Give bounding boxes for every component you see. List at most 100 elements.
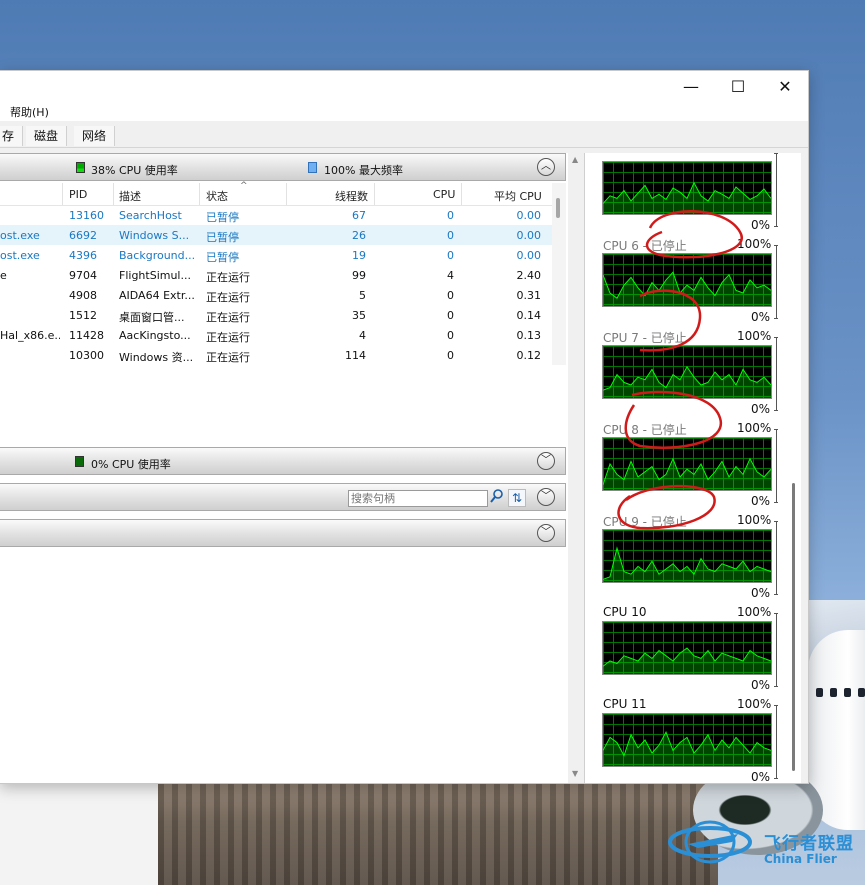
table-row[interactable]: Hal_x86.e... 11428 AacKingsto... 正在运行 4 0 0.13	[0, 325, 552, 345]
cell-pid: 1512	[69, 309, 97, 322]
column-header-description[interactable]: 描述	[119, 188, 141, 204]
modules-section-header[interactable]: ﹀	[0, 519, 566, 547]
main-scrollbar[interactable]: ▲ ▼	[568, 153, 584, 783]
cell-status: 已暂停	[206, 251, 239, 264]
section-usage-label: 0% CPU 使用率	[91, 458, 171, 471]
cell-cpu: 0	[447, 329, 454, 342]
cell-pid: 13160	[69, 209, 104, 222]
cpu-core-graph-block: CPU 7 - 已停止 100% 0%	[585, 329, 783, 421]
search-icon[interactable]	[490, 489, 506, 507]
desktop-background-white	[0, 780, 158, 885]
title-bar: — ☐ ✕	[0, 71, 808, 101]
table-row[interactable]: e 9704 FlightSimul... 正在运行 99 4 2.40	[0, 265, 552, 285]
cpu-core-max-label: 100%	[737, 329, 772, 343]
cell-cpu: 0	[447, 229, 454, 242]
cell-pid: 4908	[69, 289, 97, 302]
table-row[interactable]: 13160 SearchHost 已暂停 67 0 0.00	[0, 205, 552, 225]
maximize-icon: ☐	[730, 76, 746, 96]
cpu-graphs-scrollbar[interactable]	[789, 153, 801, 783]
table-row[interactable]: ost.exe 4396 Background... 已暂停 19 0 0.00	[0, 245, 552, 265]
cpu-usage-label: 38% CPU 使用率	[91, 164, 178, 177]
cell-pid: 10300	[69, 349, 104, 362]
cell-desc: Windows 资...	[119, 351, 194, 364]
cell-threads: 99	[352, 269, 366, 282]
column-header-status[interactable]: 状态	[206, 188, 228, 204]
cpu-section-header[interactable]: 38% CPU 使用率 100% 最大频率 ︿	[0, 153, 566, 181]
menu-help[interactable]: 帮助(H)	[10, 104, 49, 120]
maximize-button[interactable]: ☐	[715, 71, 761, 101]
search-field[interactable]	[348, 490, 488, 507]
tab-memory[interactable]: 存	[0, 126, 24, 146]
cell-pid: 11428	[69, 329, 104, 342]
cell-desc: FlightSimul...	[119, 269, 191, 282]
scroll-down-icon[interactable]: ▼	[572, 769, 578, 778]
cell-cpu: 4	[447, 269, 454, 282]
cpu-core-usage-graph	[602, 345, 772, 399]
cpu-core-max-label: 100%	[737, 237, 772, 251]
cpu-core-max-label: 100%	[737, 421, 772, 435]
cell-desc: SearchHost	[119, 209, 182, 222]
cpu-core-min-label: 0%	[751, 678, 771, 692]
cpu-core-graph-block: CPU 9 - 已停止 100% 0%	[585, 513, 783, 605]
column-header-pid[interactable]: PID	[69, 188, 87, 201]
scroll-up-icon[interactable]: ▲	[572, 155, 578, 164]
table-row[interactable]: 10300 Windows 资... 正在运行 114 0 0.12	[0, 345, 552, 365]
cell-desc: AIDA64 Extr...	[119, 289, 195, 302]
column-header-threads[interactable]: 线程数	[335, 188, 368, 204]
cpu-core-graph-block: CPU 11 100% 0%	[585, 697, 783, 789]
table-row[interactable]: 4908 AIDA64 Extr... 正在运行 5 0 0.31	[0, 285, 552, 305]
max-frequency-label: 100% 最大频率	[324, 164, 403, 177]
expand-chevron-down-icon[interactable]: ﹀	[537, 452, 555, 470]
cell-image: ost.exe	[0, 229, 40, 242]
cell-avg-cpu: 0.00	[516, 229, 542, 242]
collapse-chevron-up-icon[interactable]: ︿	[537, 158, 555, 176]
cpu-core-name: CPU 6 - 已停止	[603, 239, 687, 253]
gpu-section-header[interactable]: 0% CPU 使用率 ﹀	[0, 447, 566, 475]
cell-cpu: 0	[447, 349, 454, 362]
cpu-core-name: CPU 7 - 已停止	[603, 331, 687, 345]
tab-network[interactable]: 网络	[74, 126, 116, 146]
cpu-usage-area	[603, 366, 771, 398]
cpu-core-min-label: 0%	[751, 494, 771, 508]
cpu-core-name: CPU 11	[603, 697, 647, 711]
minimize-button[interactable]: —	[668, 71, 714, 101]
cell-avg-cpu: 0.12	[516, 349, 542, 362]
cell-image: ost.exe	[0, 249, 40, 262]
cell-avg-cpu: 0.00	[516, 209, 542, 222]
cell-status: 已暂停	[206, 211, 239, 224]
process-table-scrollbar[interactable]	[552, 183, 566, 365]
cell-threads: 19	[352, 249, 366, 262]
cell-desc: 桌面窗口管...	[119, 311, 185, 324]
minimize-icon: —	[683, 76, 699, 96]
cpu-usage-area	[603, 458, 771, 490]
table-row[interactable]: 1512 桌面窗口管... 正在运行 35 0 0.14	[0, 305, 552, 325]
handles-section-header[interactable]: ⇅ ﹀	[0, 483, 566, 511]
cell-status: 正在运行	[206, 351, 250, 364]
cpu-core-graph-block: CPU 10 100% 0%	[585, 605, 783, 697]
tab-disk[interactable]: 磁盘	[26, 126, 68, 146]
cpu-core-min-label: 0%	[751, 218, 771, 232]
cpu-core-max-label: 100%	[737, 513, 772, 527]
cpu-core-graph-block: 0%	[585, 145, 783, 237]
cell-status: 正在运行	[206, 291, 250, 304]
cell-threads: 26	[352, 229, 366, 242]
refresh-icon[interactable]: ⇅	[508, 489, 526, 507]
table-row[interactable]: ost.exe 6692 Windows S... 已暂停 26 0 0.00	[0, 225, 552, 245]
search-handles-input[interactable]	[349, 491, 473, 506]
cell-status: 正在运行	[206, 331, 250, 344]
column-header-cpu[interactable]: CPU	[433, 188, 455, 201]
cell-cpu: 0	[447, 249, 454, 262]
cell-pid: 9704	[69, 269, 97, 282]
cell-threads: 114	[345, 349, 366, 362]
close-button[interactable]: ✕	[762, 71, 808, 101]
expand-chevron-down-icon[interactable]: ﹀	[537, 524, 555, 542]
cell-desc: Background...	[119, 249, 195, 262]
cpu-core-graph-block: CPU 8 - 已停止 100% 0%	[585, 421, 783, 513]
watermark-text-en: China Flier	[764, 852, 837, 866]
usage-meter-icon	[75, 456, 84, 467]
expand-chevron-down-icon[interactable]: ﹀	[537, 488, 555, 506]
cell-pid: 4396	[69, 249, 97, 262]
column-header-avg-cpu[interactable]: 平均 CPU	[494, 188, 542, 204]
process-table-header: PID 描述 状态 ^ 线程数 CPU 平均 CPU	[0, 181, 552, 206]
menu-bar: 帮助(H)	[0, 101, 808, 121]
